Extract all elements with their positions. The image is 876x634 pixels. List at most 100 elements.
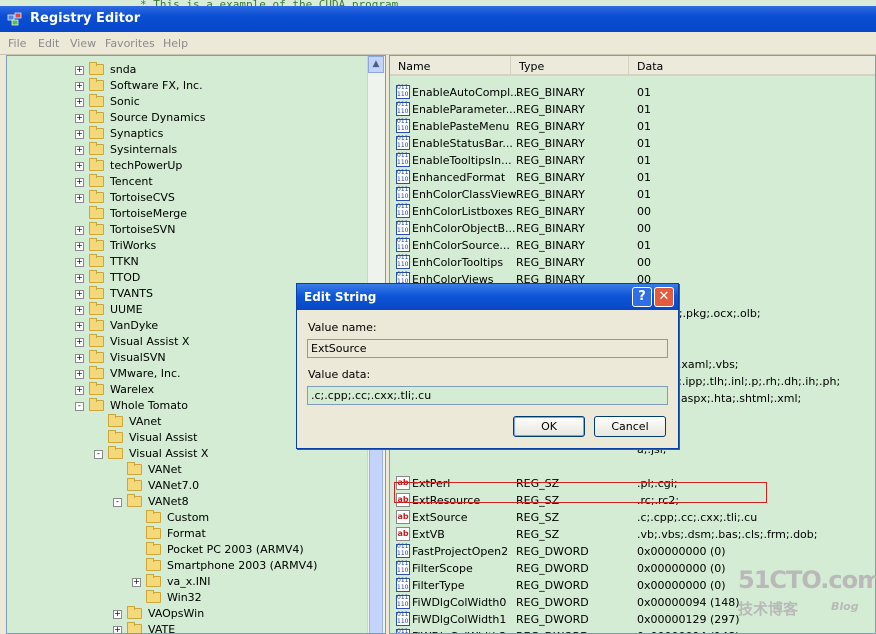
value-data: 00 bbox=[637, 222, 651, 235]
expand-icon[interactable]: + bbox=[75, 130, 84, 139]
tree-item-label: VisualSVN bbox=[110, 351, 166, 364]
value-row[interactable]: ab ExtVB REG_SZ .vb;.vbs;.dsm;.bas;.cls;.fr… bbox=[390, 526, 875, 543]
expand-icon[interactable]: + bbox=[75, 386, 84, 395]
value-row[interactable]: EnableParameter...REG_BINARY 01 bbox=[390, 101, 875, 118]
cancel-button[interactable]: Cancel bbox=[594, 416, 666, 437]
tree-item-label: TTOD bbox=[110, 271, 141, 284]
expand-icon[interactable]: + bbox=[75, 370, 84, 379]
expand-icon[interactable]: + bbox=[75, 194, 84, 203]
column-header-type[interactable]: Type bbox=[511, 56, 629, 76]
value-row[interactable]: EnableAutoCompl...REG_BINARY 01 bbox=[390, 84, 875, 101]
value-row[interactable]: EnhColorListboxesREG_BINARY 00 bbox=[390, 203, 875, 220]
value-row[interactable]: ab ExtSource REG_SZ .c;.cpp;.cc;.cxx;.tli;.… bbox=[390, 509, 875, 526]
value-row[interactable]: FiWDlgColWidth0 REG_DWORD 0x00000094 (148) bbox=[390, 594, 875, 611]
value-row[interactable]: EnhColorObjectB...REG_BINARY 00 bbox=[390, 220, 875, 237]
value-name: FastProjectOpen2 bbox=[412, 545, 509, 558]
folder-icon bbox=[108, 414, 123, 427]
value-row[interactable]: FastProjectOpen2 REG_DWORD 0x00000000 (0) bbox=[390, 543, 875, 560]
expand-icon[interactable]: + bbox=[75, 82, 84, 91]
expand-icon[interactable]: + bbox=[75, 322, 84, 331]
tree-item-label: TVANTS bbox=[110, 287, 153, 300]
value-row[interactable]: EnhColorTooltips REG_BINARY 00 bbox=[390, 254, 875, 271]
tree-item-label: UUME bbox=[110, 303, 143, 316]
expand-icon[interactable]: + bbox=[75, 146, 84, 155]
value-type: REG_BINARY bbox=[516, 120, 585, 133]
close-icon[interactable]: ✕ bbox=[654, 287, 674, 307]
ok-button[interactable]: OK bbox=[513, 416, 585, 437]
expand-icon[interactable]: + bbox=[75, 98, 84, 107]
menu-help[interactable]: Help bbox=[163, 37, 188, 50]
column-header-name[interactable]: Name bbox=[390, 56, 511, 76]
value-row[interactable]: EnableStatusBar...REG_BINARY 01 bbox=[390, 135, 875, 152]
binary-value-icon bbox=[396, 153, 410, 167]
tree-item-label: TortoiseSVN bbox=[110, 223, 176, 236]
value-name: ExtSource bbox=[412, 511, 468, 524]
value-data: 01 bbox=[637, 171, 651, 184]
title-bar[interactable]: Registry Editor bbox=[0, 6, 876, 32]
value-type: REG_SZ bbox=[516, 528, 560, 541]
expand-icon[interactable]: + bbox=[75, 290, 84, 299]
tree-item-label: VATE bbox=[148, 623, 176, 634]
binary-value-icon bbox=[396, 119, 410, 133]
folder-icon bbox=[89, 174, 104, 187]
menu-edit[interactable]: Edit bbox=[38, 37, 59, 50]
value-data-field[interactable]: .c;.cpp;.cc;.cxx;.tli;.cu bbox=[307, 386, 668, 405]
value-row[interactable]: EnhColorSource... REG_BINARY 01 bbox=[390, 237, 875, 254]
value-name: EnableStatusBar... bbox=[412, 137, 513, 150]
folder-icon bbox=[89, 270, 104, 283]
expand-icon[interactable]: + bbox=[113, 626, 122, 633]
expand-icon[interactable]: + bbox=[75, 242, 84, 251]
tree-item-label: Visual Assist X bbox=[110, 335, 190, 348]
value-type: REG_BINARY bbox=[516, 154, 585, 167]
value-data: 0x00000000 (0) bbox=[637, 579, 726, 592]
folder-icon bbox=[127, 494, 142, 507]
tree-item-label: TortoiseCVS bbox=[110, 191, 175, 204]
collapse-icon[interactable]: - bbox=[113, 498, 122, 507]
value-data: .c;.cpp;.cc;.cxx;.tli;.cu bbox=[637, 511, 758, 524]
scroll-up-arrow-icon[interactable]: ▲ bbox=[368, 56, 384, 73]
value-type: REG_BINARY bbox=[516, 103, 585, 116]
value-row[interactable]: EnhancedFormat REG_BINARY 01 bbox=[390, 169, 875, 186]
value-row[interactable]: FiWDlgColWidth2 REG_DWORD 0x00000094 (148) bbox=[390, 628, 875, 633]
expand-icon[interactable]: + bbox=[132, 578, 141, 587]
folder-icon bbox=[89, 62, 104, 75]
tree-item-label: Format bbox=[167, 527, 206, 540]
tree-item-label: VanDyke bbox=[110, 319, 159, 332]
value-name-label: Value name: bbox=[308, 321, 377, 334]
expand-icon[interactable]: + bbox=[75, 306, 84, 315]
expand-icon[interactable]: + bbox=[75, 178, 84, 187]
value-row[interactable]: EnableTooltipsIn... REG_BINARY 01 bbox=[390, 152, 875, 169]
value-type: REG_BINARY bbox=[516, 222, 585, 235]
expand-icon[interactable]: + bbox=[75, 354, 84, 363]
value-row[interactable]: EnablePasteMenu REG_BINARY 01 bbox=[390, 118, 875, 135]
tree-item-label: Whole Tomato bbox=[110, 399, 188, 412]
expand-icon[interactable]: + bbox=[75, 66, 84, 75]
expand-icon[interactable]: + bbox=[75, 226, 84, 235]
column-header-data[interactable]: Data bbox=[629, 56, 875, 76]
folder-icon bbox=[89, 302, 104, 315]
help-button[interactable]: ? bbox=[632, 287, 652, 307]
folder-icon bbox=[89, 110, 104, 123]
value-type: REG_SZ bbox=[516, 511, 560, 524]
expand-icon[interactable]: + bbox=[113, 610, 122, 619]
expand-icon[interactable]: + bbox=[75, 162, 84, 171]
dialog-title-bar[interactable]: Edit String ? ✕ bbox=[297, 284, 678, 310]
folder-icon bbox=[146, 542, 161, 555]
collapse-icon[interactable]: - bbox=[75, 402, 84, 411]
value-data: 00 bbox=[637, 205, 651, 218]
watermark: 51CTO.com 技术博客 Blog bbox=[738, 566, 876, 618]
menu-file[interactable]: File bbox=[8, 37, 26, 50]
folder-icon bbox=[108, 430, 123, 443]
menu-favorites[interactable]: Favorites bbox=[105, 37, 155, 50]
menu-view[interactable]: View bbox=[70, 37, 96, 50]
expand-icon[interactable]: + bbox=[75, 258, 84, 267]
value-row[interactable]: EnhColorClassViewREG_BINARY 01 bbox=[390, 186, 875, 203]
value-name: EnhancedFormat bbox=[412, 171, 506, 184]
value-row[interactable] bbox=[390, 458, 875, 475]
collapse-icon[interactable]: - bbox=[94, 450, 103, 459]
value-row[interactable]: FiWDlgColWidth1 REG_DWORD 0x00000129 (297) bbox=[390, 611, 875, 628]
expand-icon[interactable]: + bbox=[75, 274, 84, 283]
expand-icon[interactable]: + bbox=[75, 114, 84, 123]
expand-icon[interactable]: + bbox=[75, 338, 84, 347]
value-name-field[interactable]: ExtSource bbox=[307, 339, 668, 358]
